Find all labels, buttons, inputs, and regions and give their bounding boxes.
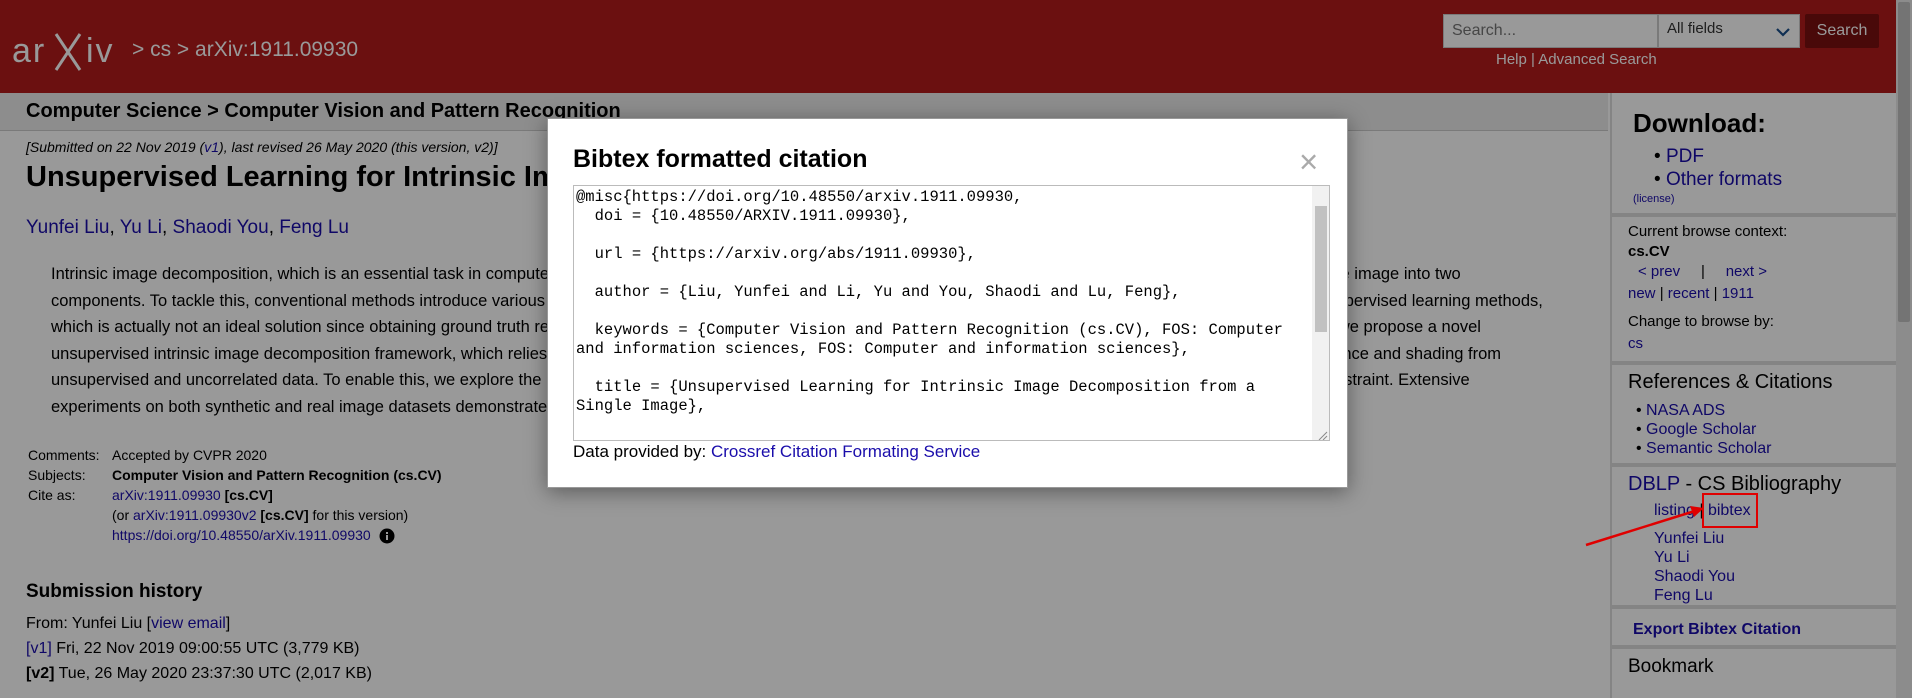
resize-handle-icon[interactable] [1316,429,1328,441]
crossref-link[interactable]: Crossref Citation Formating Service [711,442,980,461]
data-provided: Data provided by: Crossref Citation Form… [573,442,980,462]
modal-title: Bibtex formatted citation [573,145,868,173]
bibtex-textarea[interactable]: @misc{https://doi.org/10.48550/arxiv.191… [573,185,1330,441]
bibtex-scrollbar-thumb[interactable] [1315,206,1327,332]
close-icon[interactable]: × [1299,145,1318,178]
bibtex-modal: Bibtex formatted citation × @misc{https:… [547,118,1348,488]
annotation-highlight-box [1702,493,1758,528]
data-provided-label: Data provided by: [573,442,711,461]
bibtex-text: @misc{https://doi.org/10.48550/arxiv.191… [576,188,1283,415]
annotation-arrow-icon [1585,506,1704,547]
